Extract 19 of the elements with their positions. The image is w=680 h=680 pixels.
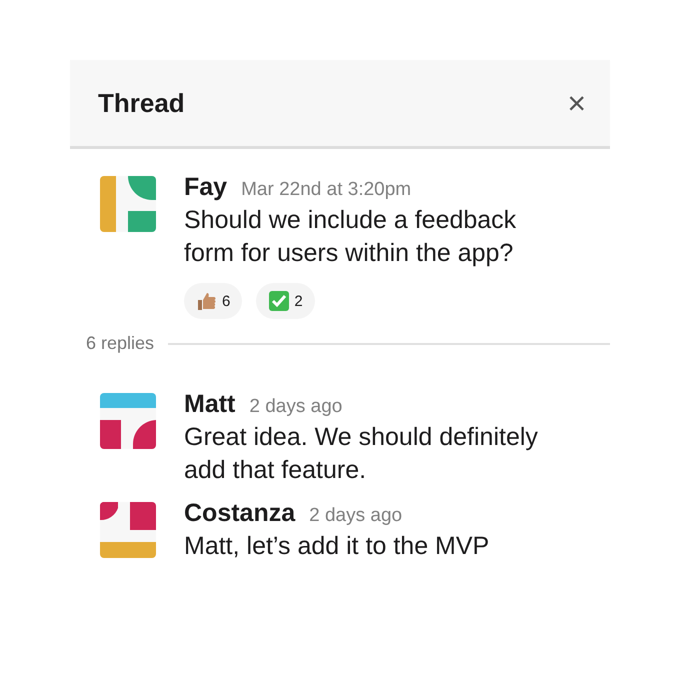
reply-count: 6 replies	[86, 333, 154, 354]
message-text: Great idea. We should definitely add that feature.	[184, 422, 539, 486]
timestamp[interactable]: Mar 22nd at 3:20pm	[241, 179, 412, 201]
panel-title: Thread	[98, 88, 185, 118]
message-text: Should we include a feedback form for users within the app?	[184, 205, 518, 269]
user-name[interactable]: Fay	[184, 173, 228, 202]
avatar-icon	[100, 502, 156, 558]
thumbs-up-icon	[196, 290, 218, 312]
avatar-icon	[100, 176, 156, 232]
check-icon	[268, 290, 290, 312]
user-name[interactable]: Costanza	[184, 499, 296, 528]
user-name[interactable]: Matt	[184, 390, 236, 419]
timestamp[interactable]: 2 days ago	[249, 396, 342, 418]
close-button[interactable]: ×	[565, 87, 588, 119]
avatar-icon	[100, 393, 156, 449]
message-text: Matt, let’s add it to the MVP	[184, 531, 490, 562]
reaction-button[interactable]: 2	[256, 283, 315, 319]
reaction-button[interactable]: 6	[184, 283, 242, 319]
timestamp[interactable]: 2 days ago	[309, 505, 402, 527]
